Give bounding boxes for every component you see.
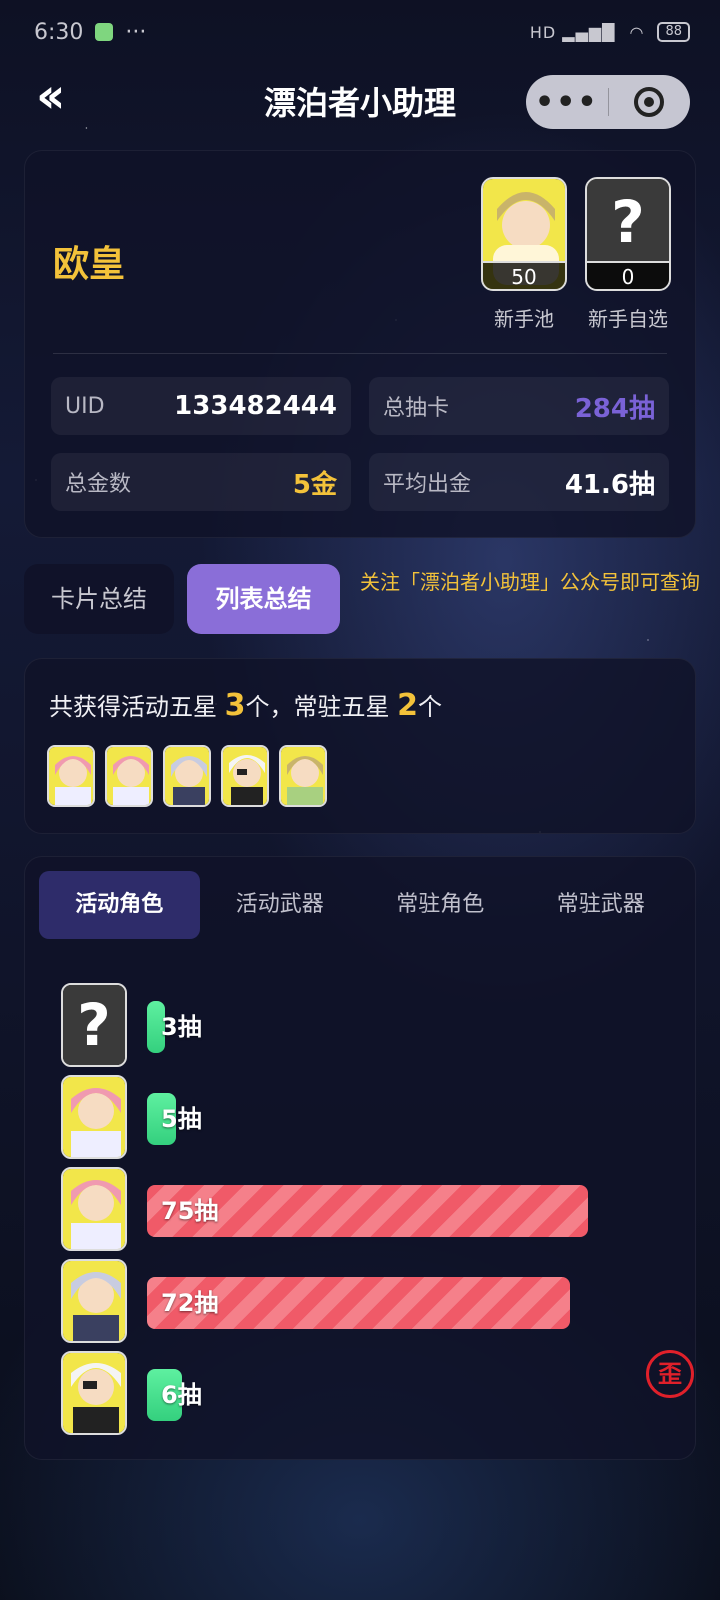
pull-rows: ? 3抽 5抽 75抽 72抽 6抽 [61,981,675,1441]
pull-count-label: 72抽 [161,1289,219,1317]
character-avatar[interactable] [61,1259,127,1343]
pool-beginner-selector[interactable]: ? 0 新手自选 [585,177,671,332]
follow-notice: 关注「漂泊者小助理」公众号即可查询 [360,570,700,594]
miniprogram-capsule: ••• [526,75,690,129]
pool-beginner[interactable]: 50 新手池 [481,177,567,332]
tab-event-character[interactable]: 活动角色 [39,871,200,939]
lost-5050-badge: 歪 [646,1350,694,1398]
pull-row: 6抽 [61,1349,675,1441]
more-notifications: ··· [125,19,147,45]
character-avatar[interactable] [61,1075,127,1159]
stat-key: 总抽卡 [383,396,450,421]
pull-count-label: 5抽 [161,1105,202,1133]
battery-icon: 88 [657,22,690,42]
target-icon [634,87,665,117]
character-avatar[interactable] [61,1167,127,1251]
five-star-summary-text: 共获得活动五星 3个，常驻五星 2个 [49,688,443,723]
five-star-avatar-list [47,745,327,807]
pull-count-label: 3抽 [161,1013,202,1041]
tab-event-weapon[interactable]: 活动武器 [200,871,361,939]
top-nav: ‹‹ 漂泊者小助理 ••• [0,70,720,130]
stat-value: 284抽 [574,393,655,424]
character-avatar[interactable] [163,745,211,807]
character-avatar[interactable] [105,745,153,807]
luck-rank: 欧皇 [53,244,126,285]
tab-standard-character[interactable]: 常驻角色 [360,871,521,939]
question-mark-icon: ? [587,179,669,265]
character-avatar[interactable] [279,745,327,807]
five-star-summary-card: 共获得活动五星 3个，常驻五星 2个 [24,658,696,834]
standard-five-star-count: 2 [397,688,419,723]
status-bar: 6:30 ··· HD ▂▄▆█ ◠ 88 [34,14,690,50]
stat-value: 5金 [292,469,337,500]
card-summary-button[interactable]: 卡片总结 [24,564,174,634]
character-avatar[interactable] [47,745,95,807]
pull-list-card: 活动角色 活动武器 常驻角色 常驻武器 ? 3抽 5抽 75抽 72抽 6抽 [24,856,696,1460]
close-miniprogram-button[interactable] [609,87,691,117]
pull-row: 5抽 [61,1073,675,1165]
summary-card: 欧皇 50 新手池 ? 0 新手自选 UID 133482444 总抽卡 284… [24,150,696,538]
stat-key: UID [65,393,105,419]
pull-count-label: 75抽 [161,1197,219,1225]
signal-icon: HD ▂▄▆█ [529,22,616,42]
character-avatar[interactable] [221,745,269,807]
pull-row: 72抽 [61,1257,675,1349]
event-five-star-count: 3 [224,688,246,723]
stat-key: 总金数 [65,472,132,497]
unknown-character-avatar[interactable]: ? [61,983,127,1067]
wifi-icon: ◠ [629,22,644,42]
character-avatar[interactable] [61,1351,127,1435]
stat-value: 133482444 [174,391,337,421]
pull-row: 75抽 [61,1165,675,1257]
list-summary-button[interactable]: 列表总结 [187,564,340,634]
banner-tabs: 活动角色 活动武器 常驻角色 常驻武器 [39,871,681,939]
divider [53,353,667,354]
stat-average-gold: 平均出金 41.6抽 [369,453,669,511]
stat-total-gold: 总金数 5金 [51,453,351,511]
stat-key: 平均出金 [383,472,472,497]
question-mark-icon: ? [63,985,125,1065]
stat-uid: UID 133482444 [51,377,351,435]
more-button[interactable]: ••• [526,85,608,120]
pool-label: 新手自选 [588,307,668,331]
pool-character-avatar: 50 [481,177,567,291]
pool-count: 0 [587,261,669,289]
pull-row: ? 3抽 [61,981,675,1073]
tab-standard-weapon[interactable]: 常驻武器 [521,871,682,939]
pool-count: 50 [483,261,565,289]
unknown-character-avatar: ? 0 [585,177,671,291]
pull-count-label: 6抽 [161,1381,202,1409]
app-notification-icon [95,23,114,41]
stat-total-pulls: 总抽卡 284抽 [369,377,669,435]
pool-label: 新手池 [494,307,554,331]
clock: 6:30 [34,19,84,45]
stat-value: 41.6抽 [564,469,655,500]
